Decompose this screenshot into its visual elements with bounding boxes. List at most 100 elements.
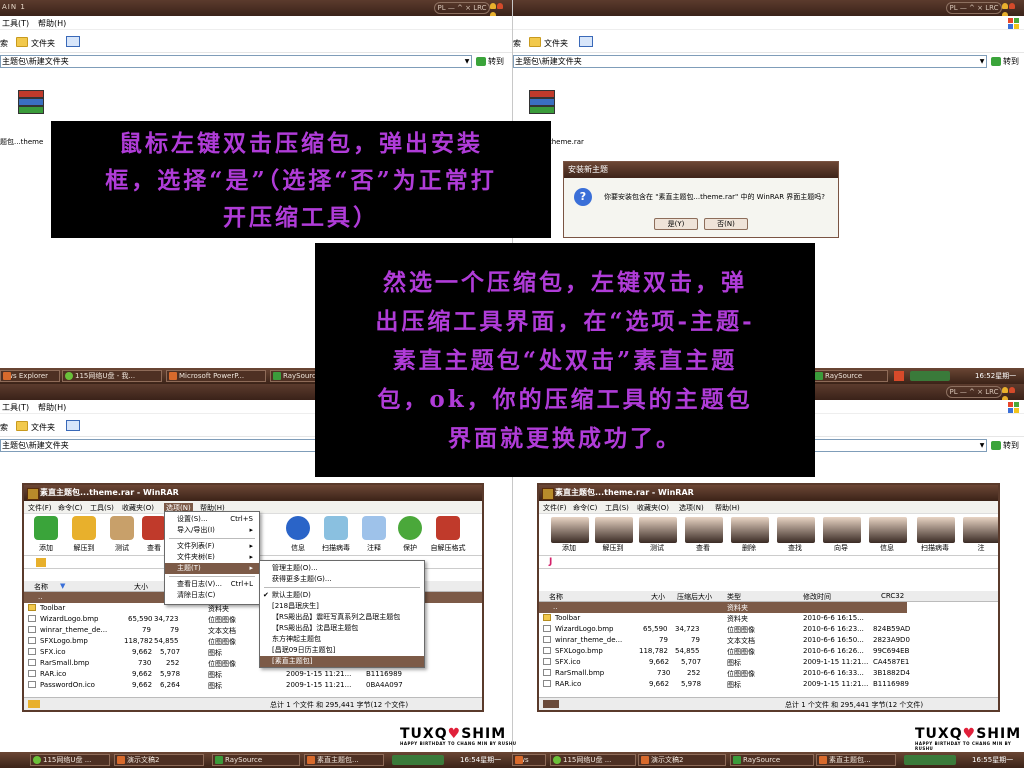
view-button[interactable]: 查看 xyxy=(685,516,723,554)
folders-button[interactable]: 文件夹 xyxy=(31,422,55,433)
menu-item-folder-tree[interactable]: 文件夹树(E) ▸ xyxy=(165,552,259,563)
address-input[interactable]: 主题包\新建文件夹 xyxy=(0,55,472,68)
taskbar-item[interactable]: RaySource xyxy=(212,754,300,766)
menu-help[interactable]: 帮助(H) xyxy=(715,503,740,513)
views-icon[interactable] xyxy=(66,420,80,431)
col-size[interactable]: 大小 xyxy=(651,592,665,602)
menu-commands[interactable]: 命令(C) xyxy=(58,503,82,513)
delete-button[interactable]: 删除 xyxy=(731,516,769,554)
up-letter-icon[interactable]: J xyxy=(549,557,552,567)
taskbar-item[interactable]: RaySource xyxy=(270,370,318,382)
go-button[interactable]: 转到 xyxy=(991,439,1019,452)
scan-virus-button[interactable]: 扫描病毒 xyxy=(917,516,955,554)
tray-icon[interactable] xyxy=(894,371,904,381)
taskbar-item[interactable]: 演示文稿2 xyxy=(114,754,204,766)
col-type[interactable]: 类型 xyxy=(727,592,741,602)
taskbar-item[interactable]: ows xyxy=(512,754,546,766)
taskbar-item[interactable]: RaySource xyxy=(730,754,814,766)
no-button[interactable]: 否(N) xyxy=(704,218,748,230)
window-controls[interactable]: PL — ^ × LRC xyxy=(434,2,490,14)
chevron-down-icon[interactable]: ▼ xyxy=(977,56,987,67)
table-row[interactable]: winrar_theme_de... 79 79 文本文档 2010-6-6 16:50… xyxy=(539,635,998,646)
go-button[interactable]: 转到 xyxy=(991,55,1019,68)
comment-button[interactable]: 注 xyxy=(963,516,998,554)
address-input[interactable]: 主题包\新建文件夹 xyxy=(513,55,987,68)
add-button[interactable]: 添加 xyxy=(551,516,589,554)
menu-item-import-export[interactable]: 导入/导出(I) ▸ xyxy=(165,525,259,536)
find-button[interactable]: 查找 xyxy=(777,516,815,554)
protect-button[interactable]: 保护 xyxy=(392,516,428,554)
menu-item-theme[interactable]: 【RS殿出品】沈昌珉主题包 xyxy=(260,623,424,634)
search-stub[interactable]: 索 xyxy=(0,38,8,49)
menu-item-themes[interactable]: 主题(T) ▸ xyxy=(165,563,259,574)
tray-icons[interactable] xyxy=(910,371,950,381)
menu-item-theme[interactable]: [218昌珉庆生] xyxy=(260,601,424,612)
title-bar[interactable]: AIN 1 PL — ^ × LRC xyxy=(0,0,512,16)
go-button[interactable]: 转到 xyxy=(476,55,504,68)
chevron-down-icon[interactable]: ▼ xyxy=(977,440,987,451)
scan-virus-button[interactable]: 扫描病毒 xyxy=(318,516,354,554)
info-button[interactable]: 信息 xyxy=(280,516,316,554)
col-modified[interactable]: 修改时间 xyxy=(803,592,831,602)
menu-item-theme[interactable]: [昌珉09日历主题包] xyxy=(260,645,424,656)
table-row[interactable]: WizardLogo.bmp 65,590 34,723 位图图像 2010-6-6 1… xyxy=(539,624,998,635)
tray-icons[interactable] xyxy=(904,755,956,765)
menu-item-get-more-themes[interactable]: 获得更多主题(G)... xyxy=(260,574,424,585)
menu-item-clear-log[interactable]: 清除日志(C) xyxy=(165,590,259,601)
col-size[interactable]: 大小 xyxy=(134,582,148,592)
taskbar-item[interactable]: 素直主题包... xyxy=(816,754,896,766)
extract-button[interactable]: 解压到 xyxy=(595,516,633,554)
taskbar-item[interactable]: 115网络U盘 ... xyxy=(30,754,110,766)
menu-favorites[interactable]: 收藏夹(O) xyxy=(122,503,154,513)
title-bar[interactable]: PL — ^ × LRC xyxy=(513,0,1024,16)
window-controls[interactable]: PL — ^ × LRC xyxy=(946,386,1002,398)
chevron-down-icon[interactable]: ▼ xyxy=(462,56,472,67)
menu-tools[interactable]: 工具(S) xyxy=(605,503,629,513)
window-controls[interactable]: PL — ^ × LRC xyxy=(946,2,1002,14)
winrar-title[interactable]: 素直主题包...theme.rar - WinRAR xyxy=(24,485,482,501)
test-button[interactable]: 测试 xyxy=(639,516,677,554)
menu-help[interactable]: 帮助(H) xyxy=(38,402,66,413)
sfx-button[interactable]: 自解压格式 xyxy=(430,516,466,554)
col-packed[interactable]: 压缩后大小 xyxy=(677,592,712,602)
table-row[interactable]: PasswordOn.ico 9,662 6,264 图标 2009-1-15 11:2… xyxy=(24,680,482,691)
add-button[interactable]: 添加 xyxy=(28,516,64,554)
col-name[interactable]: 名称 xyxy=(34,582,48,592)
folders-button[interactable]: 文件夹 xyxy=(31,38,55,49)
winrar-title[interactable]: 素直主题包...theme.rar - WinRAR xyxy=(539,485,998,501)
comment-button[interactable]: 注释 xyxy=(356,516,392,554)
table-row[interactable]: RAR.ico 9,662 5,978 图标 2009-1-15 11:21... B11… xyxy=(539,679,998,690)
taskbar-item[interactable]: Microsoft PowerP... xyxy=(166,370,266,382)
menu-file[interactable]: 文件(F) xyxy=(543,503,567,513)
taskbar-item[interactable]: ows Explorer xyxy=(0,370,60,382)
menu-favorites[interactable]: 收藏夹(O) xyxy=(637,503,669,513)
table-row[interactable]: SFXLogo.bmp 118,782 54,855 位图图像 2010-6-6 16:… xyxy=(539,646,998,657)
yes-button[interactable]: 是(Y) xyxy=(654,218,698,230)
col-name[interactable]: 名称 xyxy=(549,592,563,602)
taskbar-item[interactable]: 115网络U盘 ... xyxy=(550,754,636,766)
taskbar-item[interactable]: 演示文稿2 xyxy=(638,754,726,766)
menu-item-default-theme[interactable]: ✔ 默认主题(D) xyxy=(260,590,424,601)
menu-file[interactable]: 文件(F) xyxy=(28,503,52,513)
table-row[interactable]: .. 资料夹 xyxy=(539,602,907,613)
table-row[interactable]: RAR.ico 9,662 5,978 图标 2009-1-15 11:21... B11… xyxy=(24,669,482,680)
menu-commands[interactable]: 命令(C) xyxy=(573,503,597,513)
wizard-button[interactable]: 向导 xyxy=(823,516,861,554)
rar-file-icon[interactable] xyxy=(527,88,557,120)
folders-button[interactable]: 文件夹 xyxy=(544,38,568,49)
views-icon[interactable] xyxy=(66,36,80,47)
menu-tools[interactable]: 工具(S) xyxy=(90,503,114,513)
menu-tools[interactable]: 工具(T) xyxy=(2,402,29,413)
menu-tools[interactable]: 工具(T) xyxy=(2,18,29,29)
menu-item-settings[interactable]: 设置(S)... Ctrl+S xyxy=(165,514,259,525)
col-crc[interactable]: CRC32 xyxy=(881,592,904,600)
test-button[interactable]: 测试 xyxy=(104,516,140,554)
menu-item-theme[interactable]: 东方神起主题包 xyxy=(260,634,424,645)
menu-item-view-log[interactable]: 查看日志(V)... Ctrl+L xyxy=(165,579,259,590)
info-button[interactable]: 信息 xyxy=(869,516,907,554)
taskbar-item[interactable]: 素直主题包... xyxy=(304,754,384,766)
tray-icons[interactable] xyxy=(392,755,444,765)
menu-item-file-list[interactable]: 文件列表(F) ▸ xyxy=(165,541,259,552)
menu-item-manage-themes[interactable]: 管理主题(O)... xyxy=(260,563,424,574)
search-stub[interactable]: 索 xyxy=(513,38,521,49)
